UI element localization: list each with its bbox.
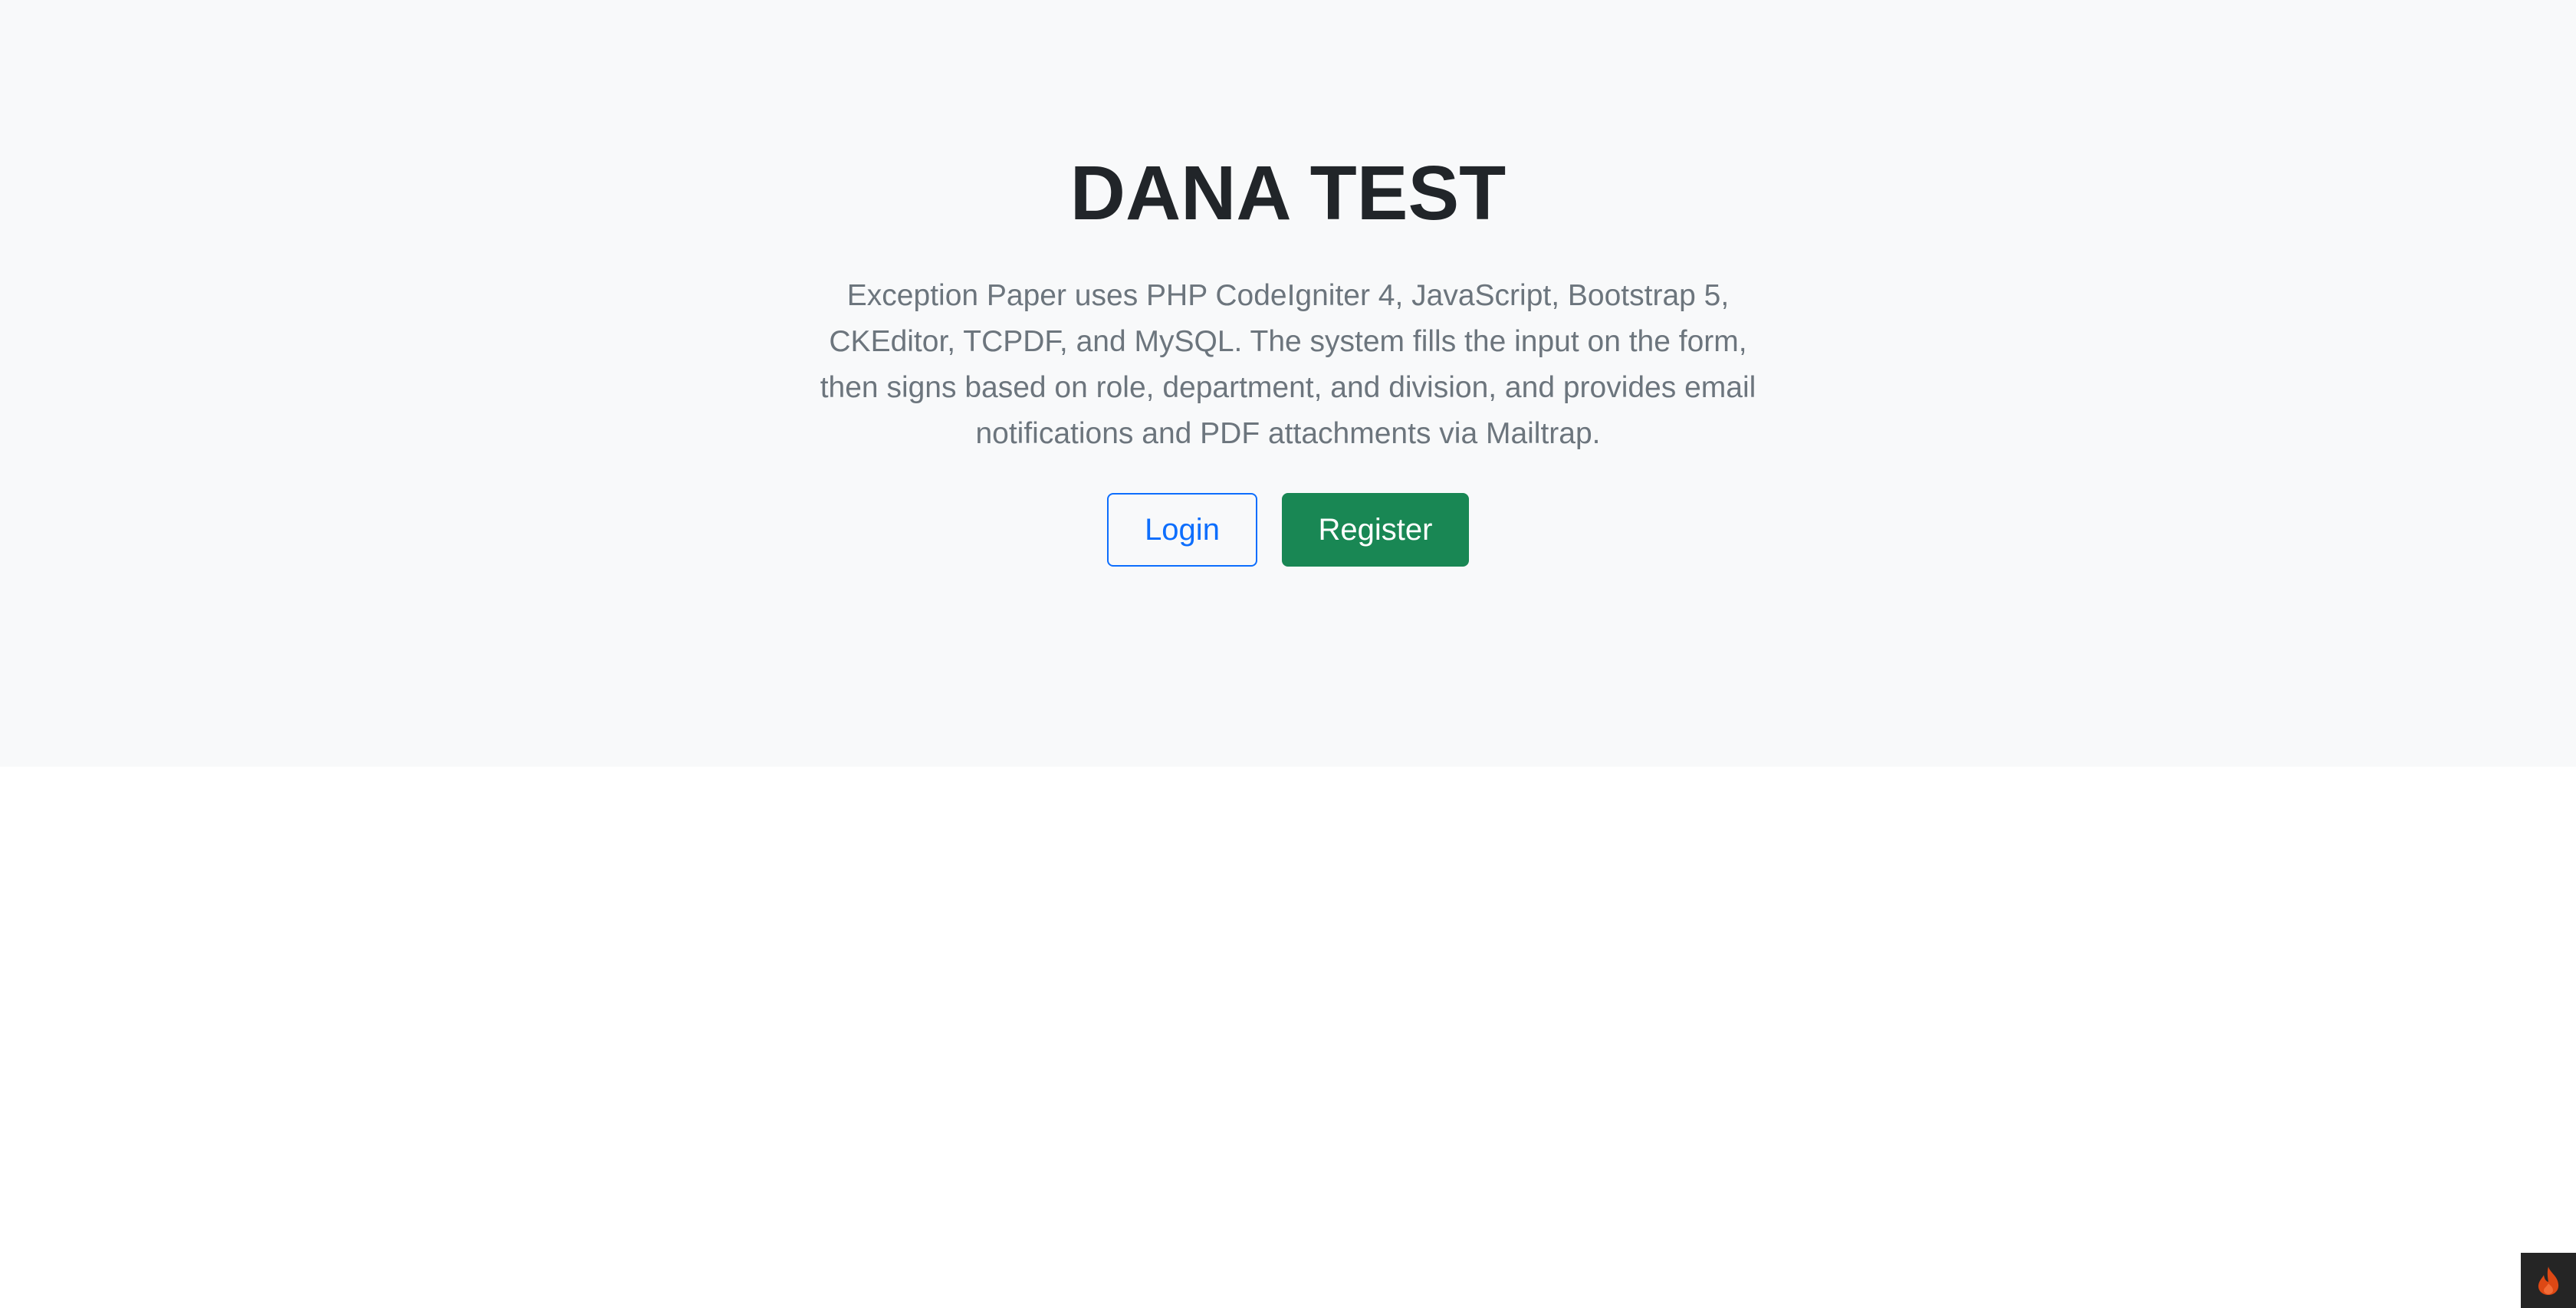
debug-toolbar-toggle[interactable] (2521, 1253, 2576, 1308)
login-button[interactable]: Login (1107, 493, 1257, 567)
codeigniter-flame-icon (2535, 1265, 2562, 1296)
page-title: DANA TEST (1070, 150, 1506, 236)
hero-description: Exception Paper uses PHP CodeIgniter 4, … (820, 279, 1756, 450)
register-button[interactable]: Register (1282, 493, 1469, 567)
hero-section: DANA TEST Exception Paper uses PHP CodeI… (0, 0, 2576, 767)
